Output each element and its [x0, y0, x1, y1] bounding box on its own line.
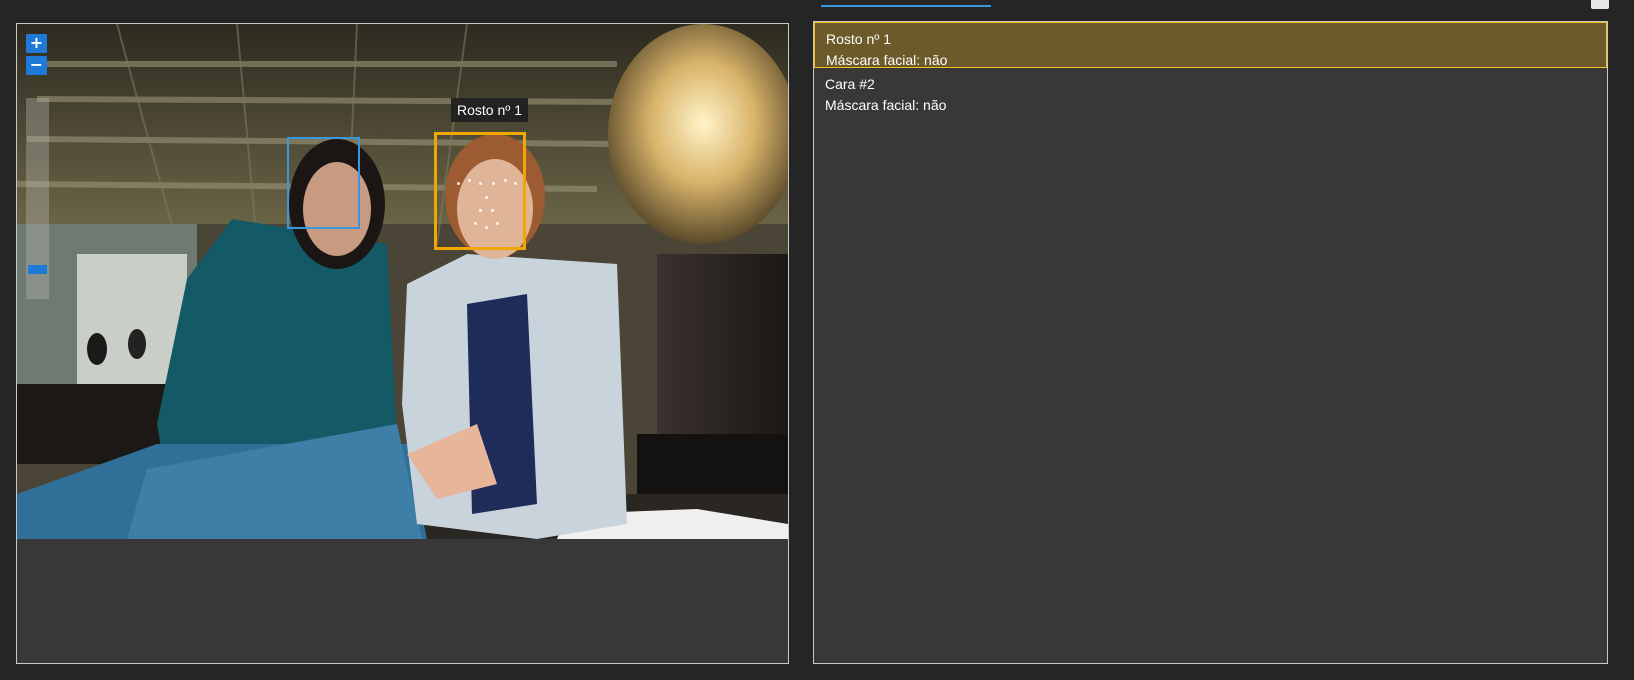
face-box-2[interactable]: [287, 137, 360, 229]
face-landmark: [468, 179, 471, 182]
active-tab-indicator: [821, 5, 991, 7]
face-list-item-1[interactable]: Rosto nº 1 Máscara facial: não: [814, 22, 1607, 68]
face-landmark: [485, 226, 488, 229]
analyzed-photo: Rosto nº 1 + −: [17, 24, 788, 539]
zoom-controls: + −: [26, 34, 47, 78]
face-item-title: Cara #2: [825, 76, 875, 92]
face-tooltip: Rosto nº 1: [451, 98, 529, 122]
zoom-out-button[interactable]: −: [26, 56, 47, 75]
face-landmark: [479, 182, 482, 185]
face-landmark: [496, 222, 499, 225]
face-landmark: [491, 209, 494, 212]
face-landmark: [474, 222, 477, 225]
face-landmark: [485, 196, 488, 199]
face-item-mask-status: Máscara facial: não: [825, 97, 947, 113]
face-landmark: [514, 182, 517, 185]
image-viewer-panel: Rosto nº 1 + −: [16, 23, 789, 664]
face-landmark: [492, 182, 495, 185]
face-item-title: Rosto nº 1: [826, 31, 892, 47]
face-box-1[interactable]: [434, 132, 526, 250]
face-landmark: [457, 182, 460, 185]
zoom-slider[interactable]: [26, 98, 49, 299]
zoom-in-button[interactable]: +: [26, 34, 47, 53]
dropdown-toggle[interactable]: [1591, 0, 1609, 9]
face-list-panel: Rosto nº 1 Máscara facial: não Cara #2 M…: [813, 21, 1608, 664]
face-landmark: [504, 179, 507, 182]
photo-illustration: [17, 24, 788, 539]
zoom-slider-thumb[interactable]: [28, 265, 47, 274]
face-list-item-2[interactable]: Cara #2 Máscara facial: não: [814, 68, 1607, 114]
face-landmark: [479, 209, 482, 212]
